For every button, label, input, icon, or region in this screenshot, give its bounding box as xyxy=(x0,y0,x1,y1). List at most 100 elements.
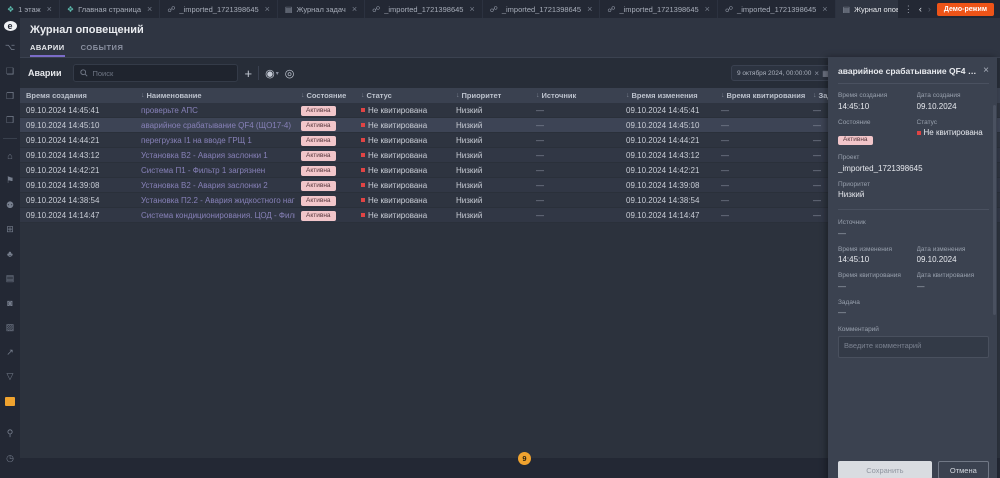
cell-name: Установка В2 - Авария заслонки 2 xyxy=(135,181,295,190)
user-profile-icon[interactable]: ⚲ xyxy=(2,426,18,442)
users-group-icon[interactable]: ⚉ xyxy=(2,197,18,213)
tab-close-icon[interactable]: × xyxy=(47,4,52,14)
status-dot xyxy=(361,213,365,217)
tab-close-icon[interactable]: × xyxy=(705,4,710,14)
tab-close-icon[interactable]: × xyxy=(265,4,270,14)
tab-7[interactable]: ☍_imported_1721398645× xyxy=(600,0,718,18)
tab-prev-icon[interactable]: ‹ xyxy=(919,4,922,14)
column-header[interactable]: ↓Время квитирования xyxy=(715,91,807,100)
cell-priority: Низкий xyxy=(450,196,530,205)
sort-icon[interactable]: ↓ xyxy=(456,92,460,99)
app-logo[interactable]: e xyxy=(4,21,17,31)
cell-state: Активна xyxy=(295,165,355,176)
tab-close-icon[interactable]: × xyxy=(822,4,827,14)
acknowledge-button[interactable]: ◉ ▾ xyxy=(265,67,279,80)
panel-title-row: аварийное срабатывание QF4 (ЩО1... × xyxy=(838,65,989,84)
alarm-name-link[interactable]: Система П1 - Фильтр 1 загрязнен xyxy=(141,166,265,175)
tabbar-controls: ⋮ ‹ › Демо-режим xyxy=(898,0,1000,18)
tab-1[interactable]: ❖1 этаж× xyxy=(0,0,60,18)
tab-8[interactable]: ☍_imported_1721398645× xyxy=(718,0,836,18)
announcement-icon[interactable]: ⚑ xyxy=(2,173,18,189)
cell-state: Активна xyxy=(295,195,355,206)
tab-close-icon[interactable]: × xyxy=(147,4,152,14)
sort-icon[interactable]: ↓ xyxy=(813,92,817,99)
alarm-name-link[interactable]: Установка П2.2 - Авария жидкостного нагр… xyxy=(141,196,295,205)
column-label: Наименование xyxy=(147,91,202,100)
book-icon[interactable]: ▤ xyxy=(2,271,18,287)
column-header[interactable]: ↓Время изменения xyxy=(620,91,715,100)
chart-icon[interactable]: ↗ xyxy=(2,344,18,360)
column-header[interactable]: ↓Наименование xyxy=(135,91,295,100)
plant-icon[interactable]: ♣ xyxy=(2,246,18,262)
column-label: Источник xyxy=(542,91,577,100)
events-journal-icon[interactable]: ❐ xyxy=(2,88,18,104)
tab-6[interactable]: ☍_imported_1721398645× xyxy=(483,0,601,18)
acknowledge-all-button[interactable]: ◎ xyxy=(285,67,295,80)
status-dot xyxy=(361,183,365,187)
tab-9[interactable]: ▤Журнал оповещений× xyxy=(836,0,898,18)
building-icon[interactable]: ⌂ xyxy=(2,148,18,164)
device-icon[interactable]: ◙ xyxy=(2,295,18,311)
cell-time-created: 09.10.2024 14:45:41 xyxy=(20,106,135,115)
sort-icon[interactable]: ↓ xyxy=(301,92,305,99)
status-text: Не квитирована xyxy=(368,121,427,130)
date-from-input[interactable]: 9 октября 2024, 00:00:00 × ▦ xyxy=(731,65,836,81)
panel-scrollbar[interactable] xyxy=(993,105,996,315)
alarm-name-link[interactable]: Система кондиционирования. ЦОД - Фильтр … xyxy=(141,211,295,220)
notification-count-badge[interactable]: 9 xyxy=(518,452,531,465)
tab-close-icon[interactable]: × xyxy=(587,4,592,14)
sort-icon[interactable]: ↓ xyxy=(141,92,145,99)
pattern-icon[interactable]: ▨ xyxy=(2,320,18,336)
tab-5[interactable]: ☍_imported_1721398645× xyxy=(365,0,483,18)
floor-plan-icon: ❖ xyxy=(7,5,14,14)
alarm-name-link[interactable]: Установка В2 - Авария заслонки 1 xyxy=(141,151,268,160)
close-icon[interactable]: × xyxy=(983,65,989,76)
view-tab-аварии[interactable]: АВАРИИ xyxy=(30,40,65,57)
journal-icon[interactable]: ❏ xyxy=(2,64,18,80)
tab-close-icon[interactable]: × xyxy=(352,4,357,14)
tab-next-icon[interactable]: › xyxy=(928,4,931,14)
alarm-name-link[interactable]: Установка В2 - Авария заслонки 2 xyxy=(141,181,268,190)
sort-icon[interactable]: ↓ xyxy=(626,92,630,99)
demo-mode-button[interactable]: Демо-режим xyxy=(937,3,994,16)
sort-icon[interactable]: ↓ xyxy=(361,92,365,99)
tab-label: _imported_1721398645 xyxy=(384,5,463,14)
tab-label: _imported_1721398645 xyxy=(502,5,581,14)
column-header[interactable]: ↓Состояние xyxy=(295,91,355,100)
search-icon xyxy=(80,69,88,77)
tab-3[interactable]: ☍_imported_1721398645× xyxy=(160,0,278,18)
save-button[interactable]: Сохранить xyxy=(838,461,932,478)
project-tree-icon[interactable]: ⌥ xyxy=(2,39,18,55)
funnel-icon[interactable]: ▽ xyxy=(2,369,18,385)
cell-state: Активна xyxy=(295,210,355,221)
notifications-journal-icon[interactable] xyxy=(2,393,18,409)
clock-icon[interactable]: ◷ xyxy=(2,450,18,466)
field-time-acked: Время квитирования — xyxy=(838,272,911,291)
alarm-name-link[interactable]: проверьте АПС xyxy=(141,106,198,115)
sort-icon[interactable]: ↓ xyxy=(721,92,725,99)
archive-box-icon[interactable]: ⊞ xyxy=(2,222,18,238)
tab-2[interactable]: ❖Главная страница× xyxy=(60,0,160,18)
column-header[interactable]: ↓Статус xyxy=(355,91,450,100)
search-input[interactable] xyxy=(92,69,231,78)
column-header[interactable]: ↓Приоритет xyxy=(450,91,530,100)
column-header[interactable]: ↓Источник xyxy=(530,91,620,100)
status-dot xyxy=(361,153,365,157)
alarm-name-link[interactable]: перегрузка I1 на вводе ГРЩ 1 xyxy=(141,136,252,145)
column-header[interactable]: Время создания xyxy=(20,91,135,100)
sort-icon[interactable]: ↓ xyxy=(536,92,540,99)
tab-close-icon[interactable]: × xyxy=(469,4,474,14)
journal-icon: ▤ xyxy=(843,5,851,14)
tab-4[interactable]: ▤Журнал задач× xyxy=(278,0,365,18)
reports-journal-icon[interactable]: ❒ xyxy=(2,113,18,129)
tab-overflow-icon[interactable]: ⋮ xyxy=(904,4,913,15)
field-priority: Приоритет Низкий xyxy=(838,181,989,200)
comment-input[interactable] xyxy=(838,336,989,358)
cancel-button[interactable]: Отмена xyxy=(938,461,989,478)
clear-date-icon[interactable]: × xyxy=(814,69,819,78)
state-badge: Активна xyxy=(301,106,336,116)
alarm-name-link[interactable]: аварийное срабатывание QF4 (ЩО17-4) xyxy=(141,121,291,130)
view-tab-события[interactable]: СОБЫТИЯ xyxy=(81,40,124,57)
add-alarm-button[interactable]: + xyxy=(244,66,252,81)
field-time-created: Время создания 14:45:10 xyxy=(838,92,911,111)
